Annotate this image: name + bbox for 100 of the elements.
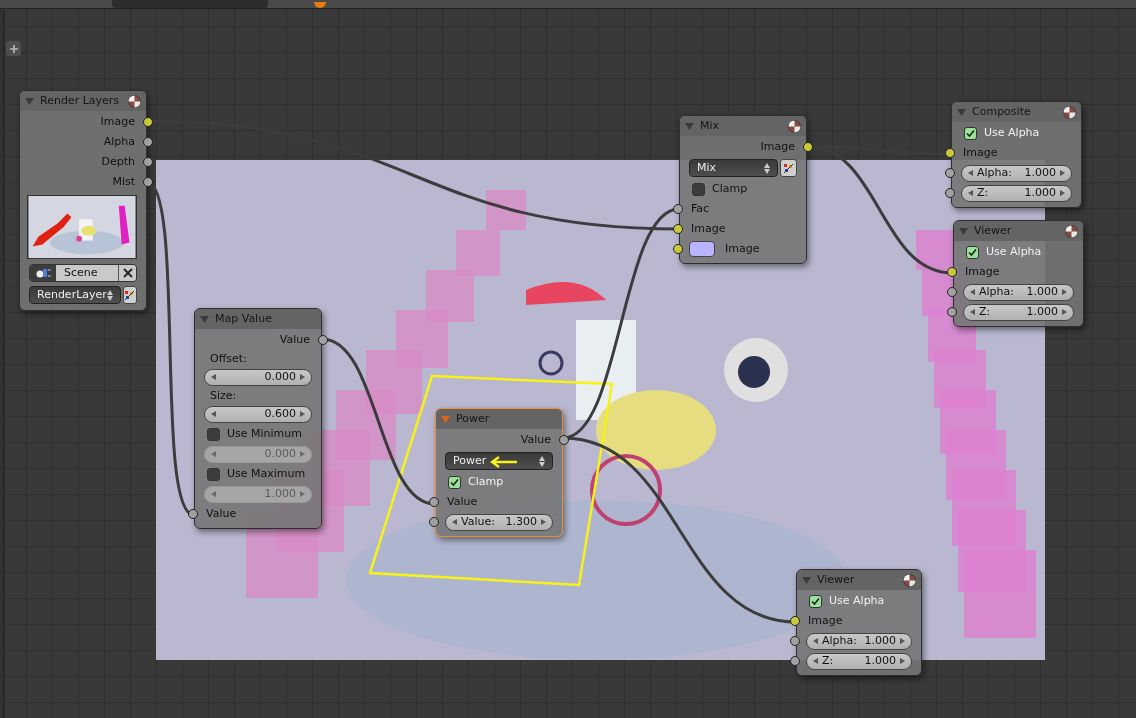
field-value: 1.300 [505,513,537,530]
socket-label: Image [963,144,998,161]
down-arrow-icon[interactable] [106,295,113,301]
sphere-icon[interactable] [128,94,141,108]
up-arrow-icon[interactable] [539,455,545,461]
node-socket[interactable] [790,616,800,626]
checkmark-icon [811,596,820,606]
field-value: 1.000 [1024,164,1056,181]
node-socket[interactable] [143,177,153,187]
field-label: Value: [461,513,495,530]
right-arrow-icon[interactable] [541,519,546,525]
up-arrow-icon[interactable] [764,162,770,168]
node-socket[interactable] [945,168,955,178]
node-title: Map Value [215,310,272,327]
right-arrow-icon[interactable] [1060,170,1065,176]
field-label: Alpha: [822,632,857,649]
node-socket[interactable] [143,117,153,127]
node-socket[interactable] [803,142,813,152]
sphere-icon[interactable] [788,119,801,133]
node-socket[interactable] [429,497,439,507]
scene-selector[interactable]: Scene [29,264,137,282]
node-socket[interactable] [318,335,328,345]
node-socket[interactable] [790,636,800,646]
left-arrow-icon[interactable] [211,374,216,380]
field-label: Z: [979,303,991,320]
checkbox-label: Use Alpha [984,124,1040,141]
node-title: Composite [972,103,1031,120]
socket-label: Image [760,138,795,155]
right-arrow-icon[interactable] [300,374,305,380]
field-label: Z: [822,652,834,669]
node-socket[interactable] [429,517,439,527]
node-title: Mix [700,117,720,134]
left-arrow-icon[interactable] [452,519,457,525]
socket-label: Mist [112,173,135,190]
color-swatch[interactable] [689,241,715,257]
dropdown-menu[interactable]: Mix [689,159,778,177]
socket-label: Value [206,505,237,522]
socket-label: Fac [691,200,710,217]
field-value: 1.000 [1026,303,1058,320]
left-arrow-icon[interactable] [970,289,975,295]
left-arrow-icon[interactable] [968,170,973,176]
field-value: 0.600 [264,405,296,422]
node-socket[interactable] [673,244,683,254]
down-arrow-icon[interactable] [764,168,770,174]
node-socket[interactable] [188,509,198,519]
node-title: Render Layers [40,92,120,109]
right-arrow-icon[interactable] [1060,190,1065,196]
node-socket[interactable] [673,224,683,234]
right-arrow-icon[interactable] [1062,289,1067,295]
down-arrow-icon[interactable] [539,461,545,467]
right-arrow-icon[interactable] [900,658,905,664]
field-value: 0.000 [264,445,296,462]
node-socket[interactable] [559,435,569,445]
checkmark-icon [968,247,977,257]
sphere-icon[interactable] [1065,224,1078,238]
field-label: Z: [977,184,989,201]
field-value: 1.000 [1024,184,1056,201]
left-arrow-icon[interactable] [211,411,216,417]
scene-icon [30,265,56,281]
field-label: Alpha: [979,283,1014,300]
field-label: Alpha: [977,164,1012,181]
node-socket[interactable] [947,267,957,277]
node-socket[interactable] [945,188,955,198]
node-socket[interactable] [947,287,957,297]
left-arrow-icon[interactable] [813,638,818,644]
node-title: Power [456,410,490,427]
socket-label: Image [965,263,1000,280]
checkbox-label: Clamp [712,180,748,197]
dropdown-menu[interactable]: RenderLayer [29,286,121,304]
field-value: 1.000 [1026,283,1058,300]
node-socket[interactable] [947,307,957,317]
right-arrow-icon[interactable] [900,638,905,644]
node-socket[interactable] [143,157,153,167]
sphere-icon[interactable] [1063,105,1076,119]
socket-label: Image [691,220,726,237]
checkbox-label: Use Alpha [986,243,1042,260]
node-socket[interactable] [673,204,683,214]
annotation-arrow [490,455,518,469]
left-arrow-icon[interactable] [813,658,818,664]
right-arrow-icon[interactable] [1062,309,1067,315]
socket-label: Image [725,240,760,257]
socket-label: Value [279,331,310,348]
checkmark-icon [966,128,975,138]
dropdown-menu[interactable]: Power [445,452,553,470]
field-value: 1.000 [864,632,896,649]
node-socket[interactable] [945,148,955,158]
checkmark-icon [450,477,459,487]
close-icon[interactable] [118,265,136,281]
checkbox-label: Clamp [468,473,504,490]
node-socket[interactable] [143,137,153,147]
field-label: Size: [210,387,237,404]
add-button[interactable] [6,41,21,56]
sphere-icon[interactable] [903,573,916,587]
left-arrow-icon[interactable] [970,309,975,315]
node-socket[interactable] [790,656,800,666]
image-icon[interactable] [780,159,797,177]
left-arrow-icon[interactable] [968,190,973,196]
up-arrow-icon[interactable] [106,289,113,295]
field-value: 1.000 [264,485,296,502]
right-arrow-icon[interactable] [300,411,305,417]
